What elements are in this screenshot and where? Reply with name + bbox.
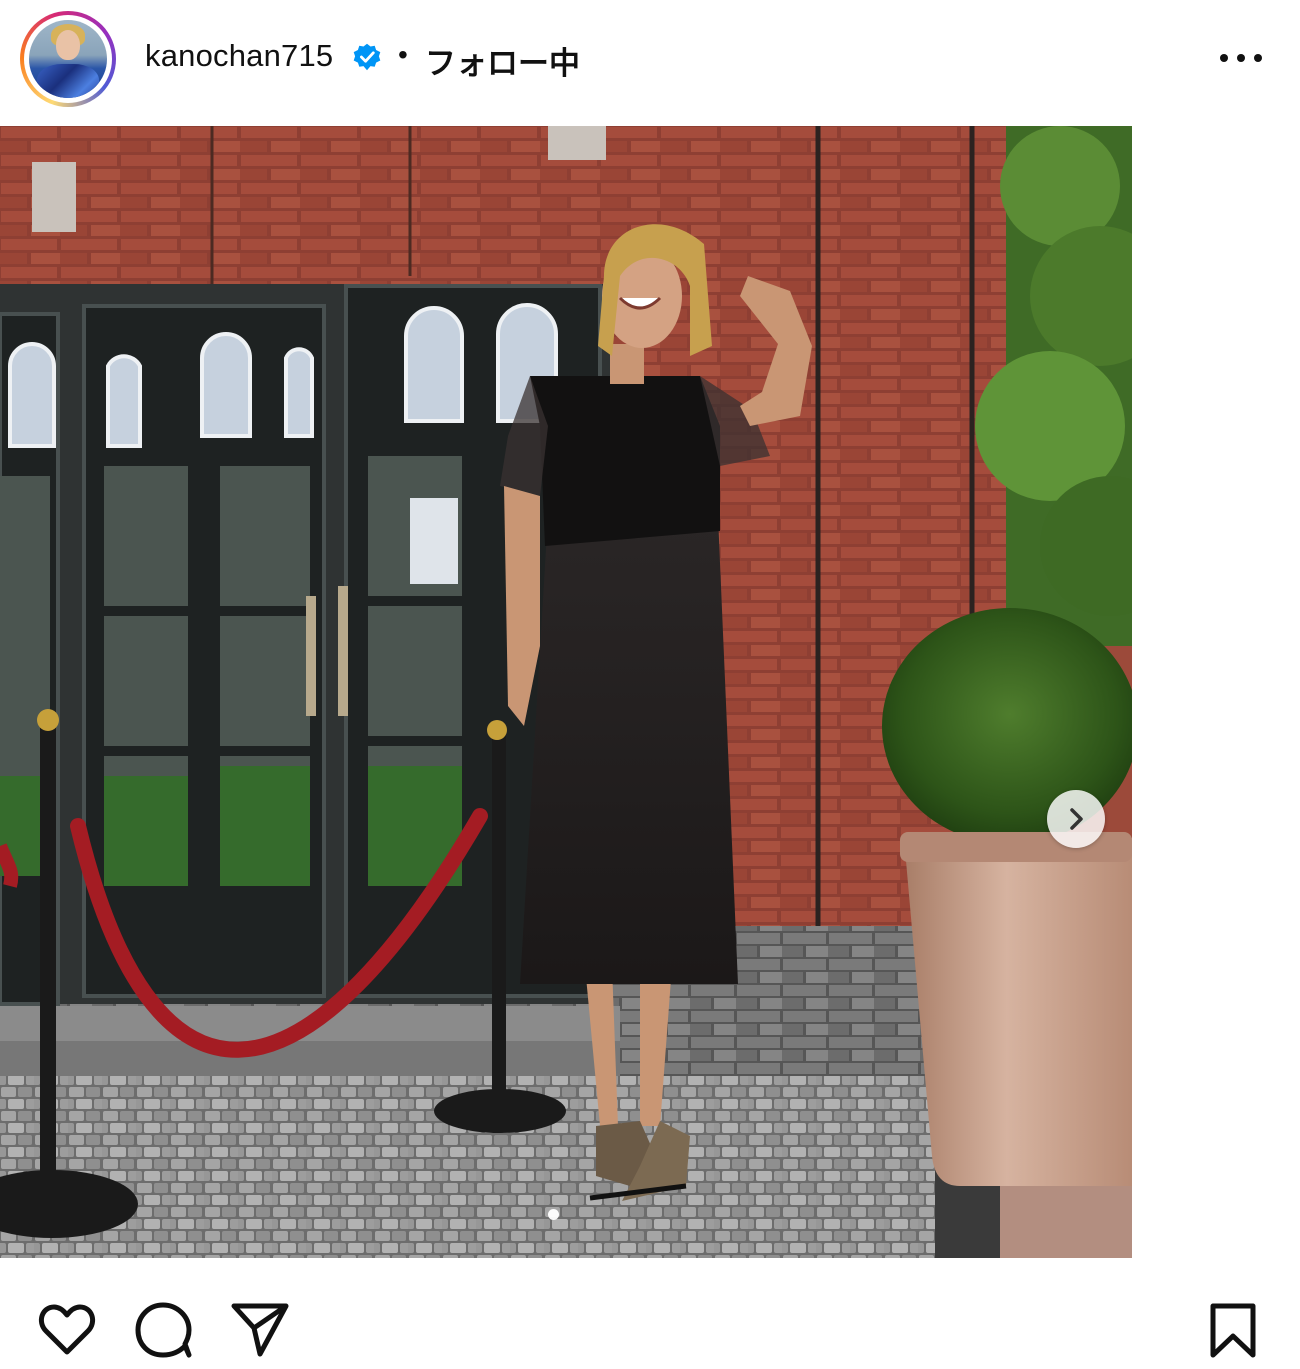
comment-icon[interactable] (135, 1302, 193, 1358)
following-button[interactable]: フォロー中 (425, 38, 580, 83)
verified-badge-icon (353, 43, 381, 71)
carousel-indicator (548, 1209, 559, 1220)
separator-dot: • (398, 39, 408, 70)
post-header: kanochan715 • フォロー中 (0, 0, 1300, 118)
more-options-icon[interactable] (1220, 40, 1262, 76)
bookmark-icon[interactable] (1208, 1302, 1258, 1360)
post-photo-illustration (0, 126, 1132, 1258)
carousel-next-button[interactable] (1047, 790, 1105, 848)
profile-avatar[interactable] (20, 11, 116, 107)
heart-icon[interactable] (38, 1304, 96, 1356)
send-icon[interactable] (230, 1302, 290, 1358)
username-link[interactable]: kanochan715 (145, 38, 333, 74)
post-action-bar (0, 1290, 1300, 1369)
post-photo[interactable] (0, 126, 1132, 1258)
chevron-right-icon (1070, 808, 1083, 830)
carousel-dot-active (548, 1209, 559, 1220)
